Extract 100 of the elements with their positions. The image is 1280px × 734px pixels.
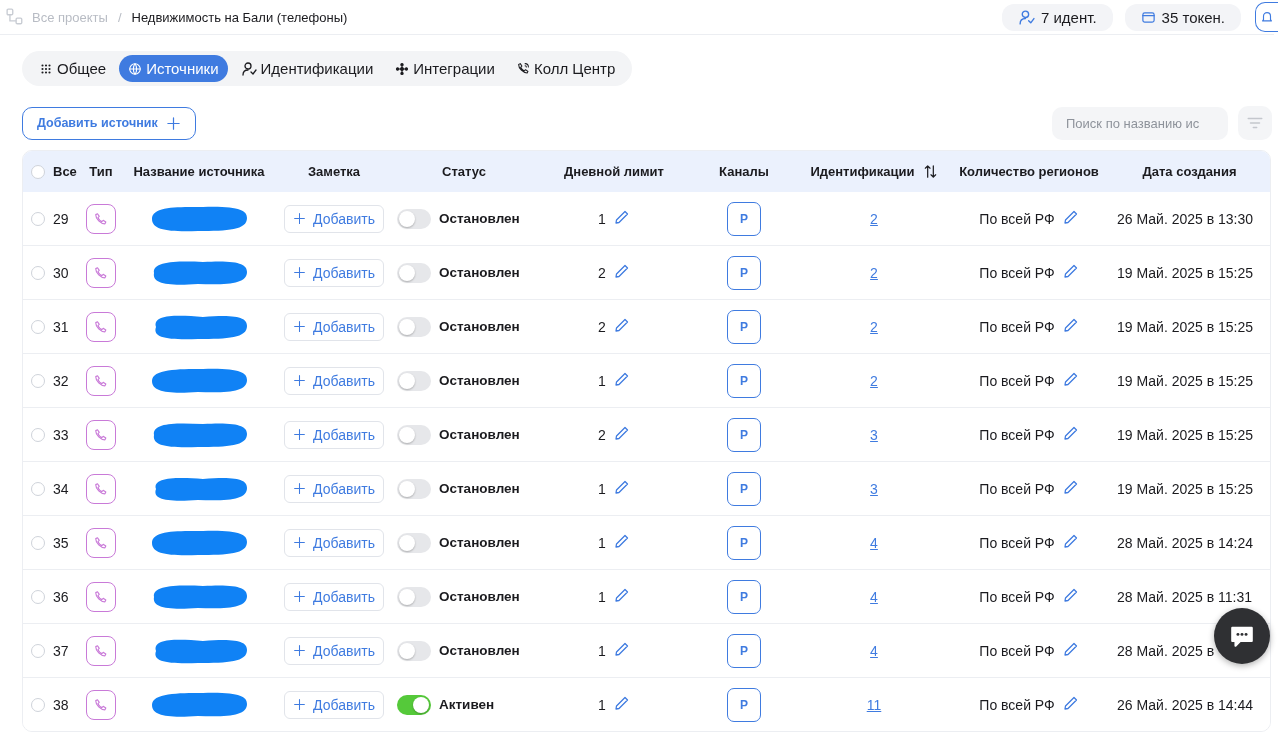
select-all-radio[interactable] bbox=[31, 164, 45, 179]
channel-badge[interactable]: P bbox=[727, 579, 761, 614]
pencil-icon bbox=[1062, 209, 1079, 225]
identifications-link[interactable]: 4 bbox=[870, 642, 878, 659]
channel-badge[interactable]: P bbox=[727, 471, 761, 506]
add-note-button[interactable]: Добавить bbox=[284, 690, 384, 719]
add-note-button[interactable]: Добавить bbox=[284, 312, 384, 341]
pencil-icon bbox=[1062, 587, 1079, 603]
row-radio[interactable] bbox=[31, 535, 45, 550]
channel-badge[interactable]: P bbox=[727, 309, 761, 344]
identifications-link[interactable]: 2 bbox=[870, 264, 878, 281]
row-radio[interactable] bbox=[31, 427, 45, 442]
pencil-icon bbox=[1062, 479, 1079, 495]
status-toggle[interactable] bbox=[397, 208, 431, 229]
tab[interactable]: Идентификации bbox=[231, 55, 383, 82]
status-toggle[interactable] bbox=[397, 586, 431, 607]
add-note-button[interactable]: Добавить bbox=[284, 366, 384, 395]
status-toggle[interactable] bbox=[397, 532, 431, 553]
pencil-icon bbox=[613, 587, 630, 603]
created-date: 19 Май. 2025 в 15:25 bbox=[1117, 426, 1254, 443]
add-source-button[interactable]: Добавить источник bbox=[22, 106, 196, 140]
row-number: 35 bbox=[53, 534, 69, 551]
row-radio[interactable] bbox=[31, 481, 45, 496]
regions-text: По всей РФ bbox=[979, 696, 1055, 713]
regions-text: По всей РФ bbox=[979, 534, 1055, 551]
row-number: 29 bbox=[53, 210, 69, 227]
status-toggle[interactable] bbox=[397, 262, 431, 283]
channel-badge[interactable]: P bbox=[727, 525, 761, 560]
status-toggle[interactable] bbox=[397, 694, 431, 715]
pencil-icon bbox=[1062, 425, 1079, 441]
channel-badge[interactable]: P bbox=[727, 633, 761, 668]
add-note-button[interactable]: Добавить bbox=[284, 582, 384, 611]
status-text: Остановлен bbox=[439, 265, 520, 280]
column-header: Тип bbox=[89, 164, 113, 179]
plus-icon bbox=[293, 266, 307, 279]
plus-icon bbox=[293, 698, 307, 711]
pencil-icon bbox=[613, 317, 630, 333]
channel-badge[interactable]: P bbox=[727, 201, 761, 236]
column-header: Все bbox=[53, 164, 77, 179]
status-toggle[interactable] bbox=[397, 370, 431, 391]
status-toggle[interactable] bbox=[397, 478, 431, 499]
status-text: Остановлен bbox=[439, 211, 520, 226]
plus-icon bbox=[293, 374, 307, 387]
tab[interactable]: Общее bbox=[30, 55, 116, 82]
daily-limit: 1 bbox=[598, 534, 606, 551]
row-radio[interactable] bbox=[31, 373, 45, 388]
tab[interactable]: Колл Центр bbox=[507, 55, 625, 82]
row-radio[interactable] bbox=[31, 319, 45, 334]
row-radio[interactable] bbox=[31, 697, 45, 712]
row-radio[interactable] bbox=[31, 211, 45, 226]
status-text: Активен bbox=[439, 697, 495, 712]
status-text: Остановлен bbox=[439, 589, 520, 604]
counter-badge[interactable]: 35 токен. bbox=[1124, 3, 1241, 31]
status-toggle[interactable] bbox=[397, 424, 431, 445]
status-text: Остановлен bbox=[439, 481, 520, 496]
daily-limit: 2 bbox=[598, 318, 606, 335]
identifications-link[interactable]: 2 bbox=[870, 210, 878, 227]
add-note-button[interactable]: Добавить bbox=[284, 528, 384, 557]
created-date: 26 Май. 2025 в 13:30 bbox=[1117, 210, 1254, 227]
row-radio[interactable] bbox=[31, 265, 45, 280]
channel-badge[interactable]: P bbox=[727, 255, 761, 290]
counter-badge[interactable]: 7 идент. bbox=[1001, 3, 1113, 31]
add-note-button[interactable]: Добавить bbox=[284, 420, 384, 449]
identifications-link[interactable]: 3 bbox=[870, 426, 878, 443]
filter-button[interactable] bbox=[1238, 106, 1272, 140]
tab[interactable]: Интеграции bbox=[386, 55, 504, 82]
add-note-button[interactable]: Добавить bbox=[284, 258, 384, 287]
daily-limit: 2 bbox=[598, 426, 606, 443]
plus-icon bbox=[293, 212, 307, 225]
column-header: Заметка bbox=[307, 164, 361, 179]
channel-badge[interactable]: P bbox=[727, 687, 761, 722]
phone-icon bbox=[94, 319, 108, 334]
identifications-link[interactable]: 2 bbox=[870, 372, 878, 389]
row-radio[interactable] bbox=[31, 643, 45, 658]
pencil-icon bbox=[613, 209, 630, 225]
add-note-button[interactable]: Добавить bbox=[284, 474, 384, 503]
channel-badge[interactable]: P bbox=[727, 417, 761, 452]
phone-icon bbox=[94, 589, 108, 604]
column-header[interactable]: Идентификации bbox=[810, 164, 915, 179]
identifications-link[interactable]: 2 bbox=[870, 318, 878, 335]
identifications-link[interactable]: 4 bbox=[870, 588, 878, 605]
regions-text: По всей РФ bbox=[979, 318, 1055, 335]
add-note-button[interactable]: Добавить bbox=[284, 636, 384, 665]
identifications-link[interactable]: 4 bbox=[870, 534, 878, 551]
sort-icon bbox=[922, 164, 938, 179]
identifications-link[interactable]: 11 bbox=[866, 696, 882, 713]
daily-limit: 1 bbox=[598, 210, 606, 227]
status-toggle[interactable] bbox=[397, 316, 431, 337]
search-field[interactable]: Поиск по названию ис bbox=[1052, 106, 1228, 140]
phone-icon bbox=[94, 373, 108, 388]
add-note-button[interactable]: Добавить bbox=[284, 204, 384, 233]
notifications-button[interactable] bbox=[1255, 2, 1278, 32]
daily-limit: 1 bbox=[598, 642, 606, 659]
daily-limit: 1 bbox=[598, 480, 606, 497]
row-radio[interactable] bbox=[31, 589, 45, 604]
status-toggle[interactable] bbox=[397, 640, 431, 661]
pencil-icon bbox=[1062, 695, 1079, 711]
tab[interactable]: Источники bbox=[119, 55, 228, 82]
channel-badge[interactable]: P bbox=[727, 363, 761, 398]
identifications-link[interactable]: 3 bbox=[870, 480, 878, 497]
